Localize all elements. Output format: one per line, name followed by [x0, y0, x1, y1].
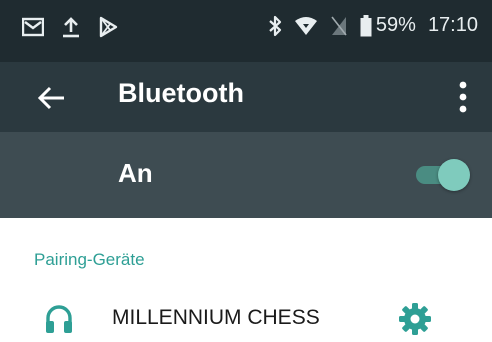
more-vert-icon[interactable] [458, 80, 468, 114]
status-bar: 59% 17:10 [0, 0, 492, 62]
battery-percent: 59% [375, 14, 416, 36]
bluetooth-master-switch-row[interactable]: An [0, 132, 492, 218]
play-store-icon [99, 16, 118, 38]
no-sim-icon [331, 16, 347, 35]
status-bar-notifications [22, 16, 118, 38]
bluetooth-toggle[interactable] [416, 158, 470, 192]
clock: 17:10 [427, 14, 478, 36]
battery-indicator: 59% [360, 14, 416, 37]
mail-icon [22, 17, 44, 37]
paired-device-row[interactable]: MILLENNIUM CHESS [0, 294, 492, 342]
upload-icon [63, 17, 79, 38]
toolbar: Bluetooth [0, 62, 492, 132]
bluetooth-icon [269, 15, 282, 36]
gear-icon[interactable] [398, 302, 432, 336]
page-title: Bluetooth [118, 78, 244, 108]
arrow-left-icon[interactable] [36, 84, 66, 112]
device-name: MILLENNIUM CHESS [112, 306, 320, 329]
paired-devices-header: Pairing-Geräte [34, 250, 145, 269]
toggle-thumb [438, 159, 470, 191]
settings-content: Pairing-Geräte MILLENNIUM CHESS [0, 218, 492, 342]
headset-icon [46, 305, 72, 333]
master-switch-label: An [118, 158, 153, 188]
status-bar-system: 59% 17:10 [268, 14, 478, 37]
battery-icon [360, 14, 372, 36]
wifi-icon [294, 16, 317, 35]
